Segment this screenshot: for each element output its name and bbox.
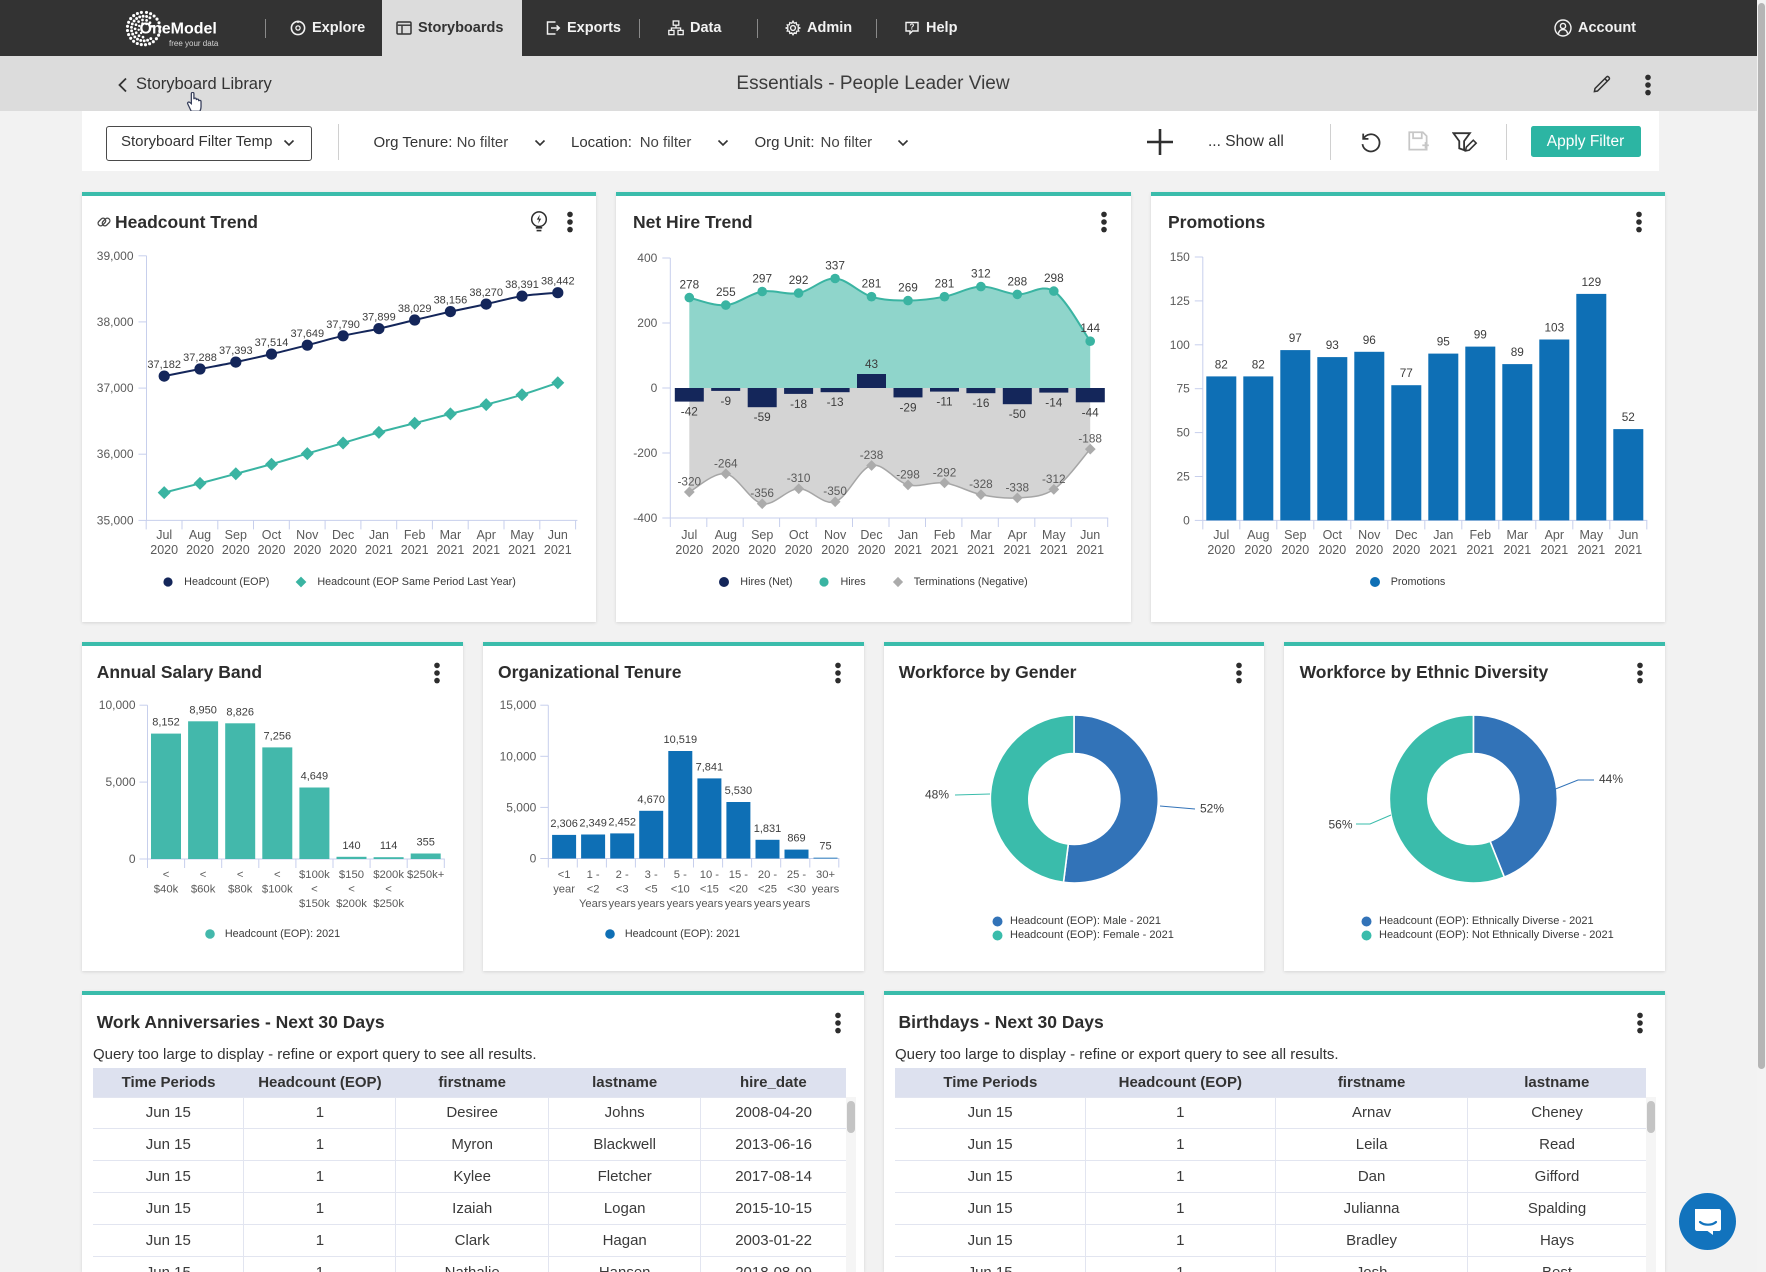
svg-text:free your data: free your data: [169, 39, 219, 48]
svg-text:?: ?: [910, 23, 915, 32]
svg-text:OneModel: OneModel: [140, 21, 217, 38]
